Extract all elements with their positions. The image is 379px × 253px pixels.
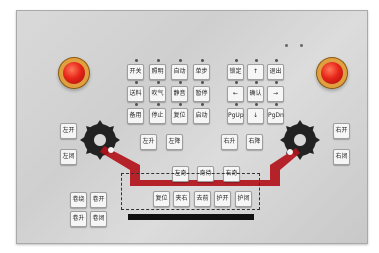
reel-raise-key[interactable]: 卷升 bbox=[70, 211, 87, 227]
guard-open-key[interactable]: 护开 bbox=[214, 191, 231, 207]
go-front-key[interactable]: 去前 bbox=[194, 191, 211, 207]
clamp-right-key[interactable]: 夹右 bbox=[173, 191, 190, 207]
reel-open-key[interactable]: 卷开 bbox=[90, 192, 107, 208]
reel-close-key[interactable]: 卷闭 bbox=[90, 211, 107, 227]
right-saw-blade-icon bbox=[280, 120, 320, 160]
reel-wind-key[interactable]: 卷绕 bbox=[70, 192, 87, 208]
card-slot bbox=[128, 214, 254, 220]
reset-key[interactable]: 复位 bbox=[153, 191, 170, 207]
guard-close-key[interactable]: 护闭 bbox=[235, 191, 252, 207]
